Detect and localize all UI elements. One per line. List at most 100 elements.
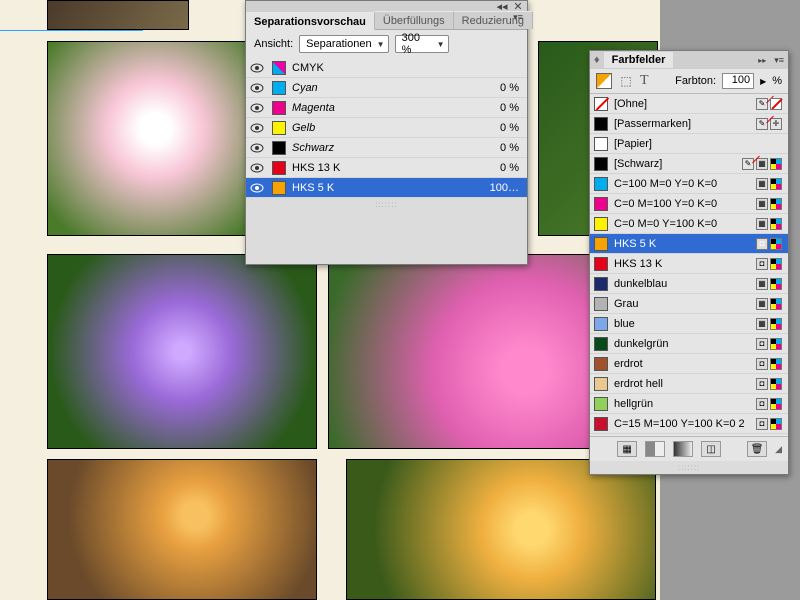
cmyk-mode-icon xyxy=(770,258,782,270)
non-editable-icon: ✎ xyxy=(742,158,754,170)
swatch-row[interactable]: blue▦ xyxy=(590,314,788,334)
swatch-color-icon xyxy=(594,297,608,311)
swatch-row[interactable]: Grau▦ xyxy=(590,294,788,314)
swatch-type-icons: ✎ xyxy=(756,98,782,110)
view-value: Separationen xyxy=(306,38,371,50)
tint-unit: % xyxy=(772,75,782,87)
ink-value: 100… xyxy=(473,182,519,194)
swatch-color-icon xyxy=(594,157,608,171)
separation-row[interactable]: Schwarz0 % xyxy=(246,138,527,158)
swatch-row[interactable]: C=0 M=0 Y=100 K=0▦ xyxy=(590,214,788,234)
swatch-type-icons: ✎✛ xyxy=(756,118,782,130)
placed-image[interactable] xyxy=(346,459,656,600)
swatch-color-icon xyxy=(594,197,608,211)
visibility-eye-icon[interactable] xyxy=(250,63,266,73)
swatches-list: [Ohne]✎[Passermarken]✎✛[Papier][Schwarz]… xyxy=(590,94,788,436)
separation-row[interactable]: Gelb0 % xyxy=(246,118,527,138)
cmyk-mode-icon xyxy=(770,418,782,430)
object-formatting-icon[interactable]: ⬚ xyxy=(618,73,634,89)
minimize-icon[interactable]: ◂◂ xyxy=(497,2,507,10)
visibility-eye-icon[interactable] xyxy=(250,163,266,173)
process-color-icon: ▦ xyxy=(756,158,768,170)
visibility-eye-icon[interactable] xyxy=(250,183,266,193)
tint-input[interactable]: 100 xyxy=(722,73,754,89)
zoom-dropdown[interactable]: 300 % ▼ xyxy=(395,35,449,53)
swatch-name: C=100 M=0 Y=0 K=0 xyxy=(614,178,750,190)
separation-row[interactable]: CMYK xyxy=(246,58,527,78)
tab-trap[interactable]: Überfüllungs xyxy=(375,11,454,29)
swatch-color-icon xyxy=(594,237,608,251)
ink-swatch-icon xyxy=(272,141,286,155)
swatch-row[interactable]: erdrot◘ xyxy=(590,354,788,374)
view-dropdown[interactable]: Separationen ▼ xyxy=(299,35,388,53)
resize-grip-icon[interactable]: ◢ xyxy=(775,444,782,455)
view-label: Ansicht: xyxy=(254,38,293,50)
visibility-eye-icon[interactable] xyxy=(250,103,266,113)
swatch-name: [Schwarz] xyxy=(614,158,736,170)
separation-row[interactable]: Magenta0 % xyxy=(246,98,527,118)
swatch-row[interactable]: HKS 5 K◘ xyxy=(590,234,788,254)
close-icon[interactable]: ✕ xyxy=(513,2,523,10)
stepper-icon[interactable]: ▶ xyxy=(760,77,766,86)
delete-swatch-button[interactable]: 🗑 xyxy=(747,441,767,457)
placed-image[interactable] xyxy=(47,0,189,30)
panel-titlebar[interactable]: ◂◂ ✕ xyxy=(246,1,527,11)
panel-tabs: Separationsvorschau Überfüllungs Reduzie… xyxy=(246,11,527,30)
show-all-swatches-button[interactable]: ▦ xyxy=(617,441,637,457)
cmyk-mode-icon xyxy=(770,298,782,310)
separation-row[interactable]: HKS 13 K0 % xyxy=(246,158,527,178)
swatch-row[interactable]: [Schwarz] ✎▦ xyxy=(590,154,788,174)
swatch-row[interactable]: C=0 M=100 Y=0 K=0 ▦ xyxy=(590,194,788,214)
text-formatting-icon[interactable]: T xyxy=(640,73,649,89)
swatch-name: C=0 M=100 Y=0 K=0 xyxy=(614,198,750,210)
cmyk-mode-icon xyxy=(770,318,782,330)
cmyk-mode-icon xyxy=(770,158,782,170)
swatch-row[interactable]: dunkelblau▦ xyxy=(590,274,788,294)
swatch-row[interactable]: hellgrün◘ xyxy=(590,394,788,414)
placed-image[interactable] xyxy=(47,459,317,600)
visibility-eye-icon[interactable] xyxy=(250,123,266,133)
collapse-icon[interactable]: ▸▸ xyxy=(758,56,766,65)
spot-color-icon: ◘ xyxy=(756,418,768,430)
tab-separations[interactable]: Separationsvorschau xyxy=(246,12,375,30)
tab-swatches[interactable]: Farbfelder xyxy=(604,52,674,68)
swatch-type-icons: ▦ xyxy=(756,198,782,210)
swatches-header: ⬚ T Farbton: 100 ▶ % xyxy=(590,69,788,94)
swatch-row[interactable]: [Passermarken]✎✛ xyxy=(590,114,788,134)
registration-icon: ✛ xyxy=(770,118,782,130)
show-gradient-swatches-button[interactable] xyxy=(673,441,693,457)
process-color-icon: ▦ xyxy=(756,218,768,230)
non-editable-icon: ✎ xyxy=(756,118,768,130)
swatch-row[interactable]: [Ohne]✎ xyxy=(590,94,788,114)
visibility-eye-icon[interactable] xyxy=(250,83,266,93)
fill-stroke-proxy-icon[interactable] xyxy=(596,73,612,89)
swatch-row[interactable]: HKS 13 K◘ xyxy=(590,254,788,274)
swatch-row[interactable]: erdrot hell◘ xyxy=(590,374,788,394)
swatch-row[interactable]: C=15 M=100 Y=100 K=0 2◘ xyxy=(590,414,788,434)
cmyk-mode-icon xyxy=(770,178,782,190)
resize-grip[interactable]: ::::::: xyxy=(246,198,527,211)
new-swatch-button[interactable]: ◫ xyxy=(701,441,721,457)
resize-grip[interactable]: ::::::: xyxy=(590,461,788,474)
ink-value: 0 % xyxy=(473,102,519,114)
flyout-menu-icon[interactable]: ▾≡ xyxy=(512,12,524,23)
separations-list: CMYKCyan0 %Magenta0 %Gelb0 %Schwarz0 %HK… xyxy=(246,58,527,198)
separation-row[interactable]: HKS 5 K100… xyxy=(246,178,527,198)
separation-row[interactable]: Cyan0 % xyxy=(246,78,527,98)
swatch-row[interactable]: C=100 M=0 Y=0 K=0▦ xyxy=(590,174,788,194)
expand-icon[interactable]: ♦ xyxy=(594,54,600,66)
flyout-menu-icon[interactable]: ▾≡ xyxy=(774,55,784,66)
placed-image[interactable] xyxy=(47,254,317,449)
show-color-swatches-button[interactable] xyxy=(645,441,665,457)
swatch-row[interactable]: dunkelgrün◘ xyxy=(590,334,788,354)
ink-swatch-icon xyxy=(272,81,286,95)
ink-swatch-icon xyxy=(272,121,286,135)
swatch-row[interactable]: [Papier] xyxy=(590,134,788,154)
swatch-color-icon xyxy=(594,117,608,131)
swatch-color-icon xyxy=(594,377,608,391)
swatch-color-icon xyxy=(594,217,608,231)
visibility-eye-icon[interactable] xyxy=(250,143,266,153)
cmyk-mode-icon xyxy=(770,338,782,350)
cmyk-mode-icon xyxy=(770,398,782,410)
swatch-type-icons: ✎▦ xyxy=(742,158,782,170)
